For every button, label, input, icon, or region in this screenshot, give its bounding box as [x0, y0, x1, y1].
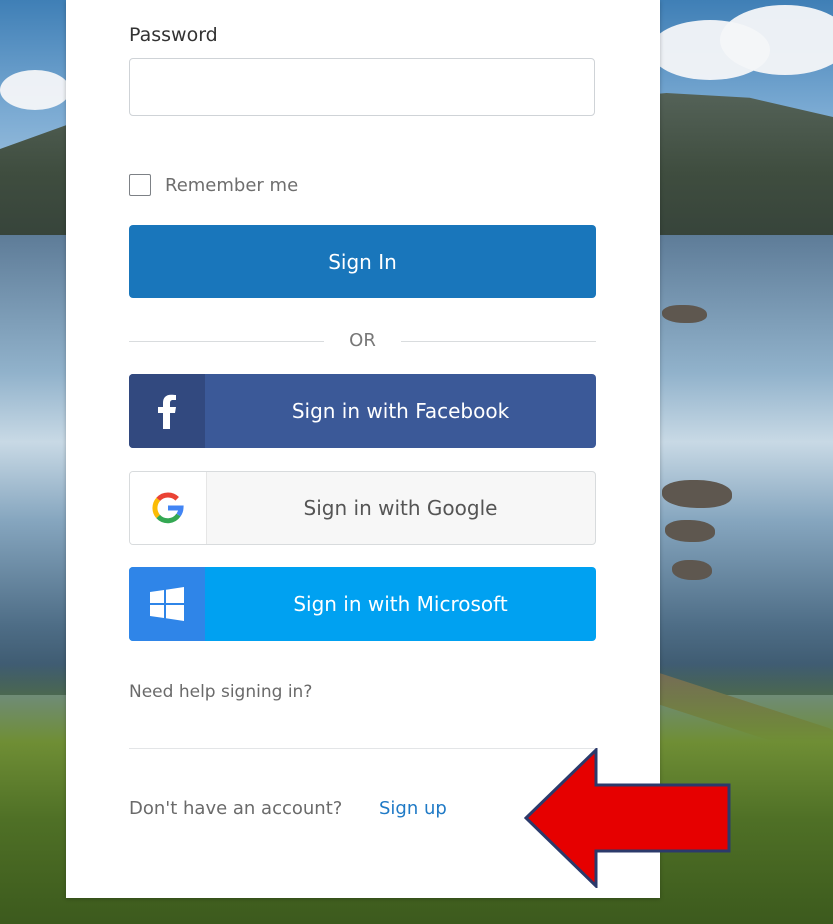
- sign-in-button[interactable]: Sign In: [129, 225, 596, 298]
- sign-in-microsoft-button[interactable]: Sign in with Microsoft: [129, 567, 596, 641]
- red-arrow-icon: [524, 748, 731, 888]
- rock: [672, 560, 712, 580]
- windows-icon: [129, 567, 205, 641]
- rock: [662, 480, 732, 508]
- facebook-label: Sign in with Facebook: [291, 399, 510, 423]
- facebook-icon: [129, 374, 205, 448]
- sign-in-facebook-button[interactable]: Sign in with Facebook: [129, 374, 596, 448]
- remember-me-checkbox[interactable]: [129, 174, 151, 196]
- or-divider: OR: [129, 326, 596, 356]
- google-label: Sign in with Google: [303, 496, 498, 520]
- cloud: [0, 70, 70, 110]
- need-help-link[interactable]: Need help signing in?: [129, 682, 312, 702]
- divider-line: [401, 341, 596, 342]
- password-label: Password: [129, 24, 218, 46]
- sign-in-google-button[interactable]: Sign in with Google: [129, 471, 596, 545]
- remember-me-toggle[interactable]: Remember me: [129, 172, 298, 198]
- rock: [662, 305, 707, 323]
- sign-up-link[interactable]: Sign up: [379, 798, 447, 819]
- rock: [665, 520, 715, 542]
- no-account-text: Don't have an account?: [129, 798, 343, 819]
- google-icon: [130, 472, 207, 544]
- microsoft-label: Sign in with Microsoft: [293, 592, 508, 616]
- password-input[interactable]: [129, 58, 595, 116]
- remember-me-label: Remember me: [165, 174, 299, 196]
